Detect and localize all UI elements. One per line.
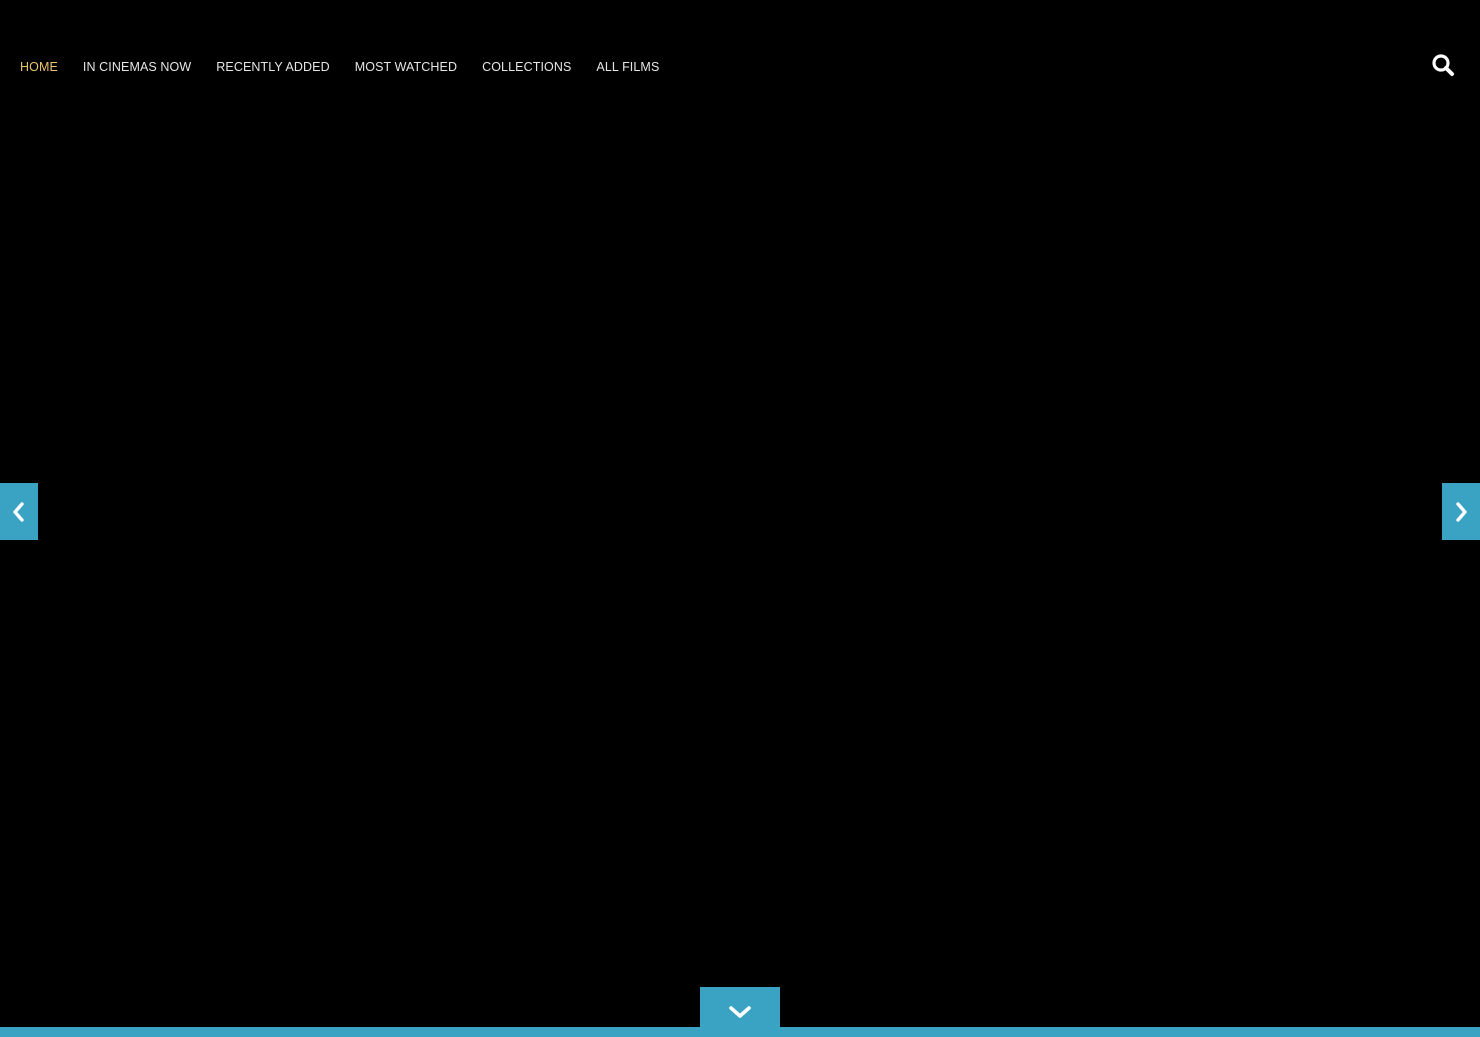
- chevron-right-icon: [1456, 501, 1467, 522]
- nav-item-all-films[interactable]: ALL FILMS: [596, 58, 659, 76]
- page: HOME IN CINEMAS NOW RECENTLY ADDED MOST …: [0, 0, 1480, 1037]
- slider-next-button[interactable]: [1442, 483, 1480, 540]
- bottom-accent-bar: [0, 1027, 1480, 1037]
- chevron-left-icon: [13, 501, 24, 522]
- chevron-down-icon: [729, 1006, 751, 1018]
- nav-item-in-cinemas-now[interactable]: IN CINEMAS NOW: [83, 58, 191, 76]
- main-nav: HOME IN CINEMAS NOW RECENTLY ADDED MOST …: [20, 58, 659, 76]
- search-icon: [1432, 54, 1454, 76]
- search-button[interactable]: [1430, 52, 1456, 78]
- nav-item-collections[interactable]: COLLECTIONS: [482, 58, 571, 76]
- nav-item-most-watched[interactable]: MOST WATCHED: [355, 58, 457, 76]
- nav-item-home[interactable]: HOME: [20, 58, 58, 76]
- slider-prev-button[interactable]: [0, 483, 38, 540]
- nav-item-recently-added[interactable]: RECENTLY ADDED: [216, 58, 329, 76]
